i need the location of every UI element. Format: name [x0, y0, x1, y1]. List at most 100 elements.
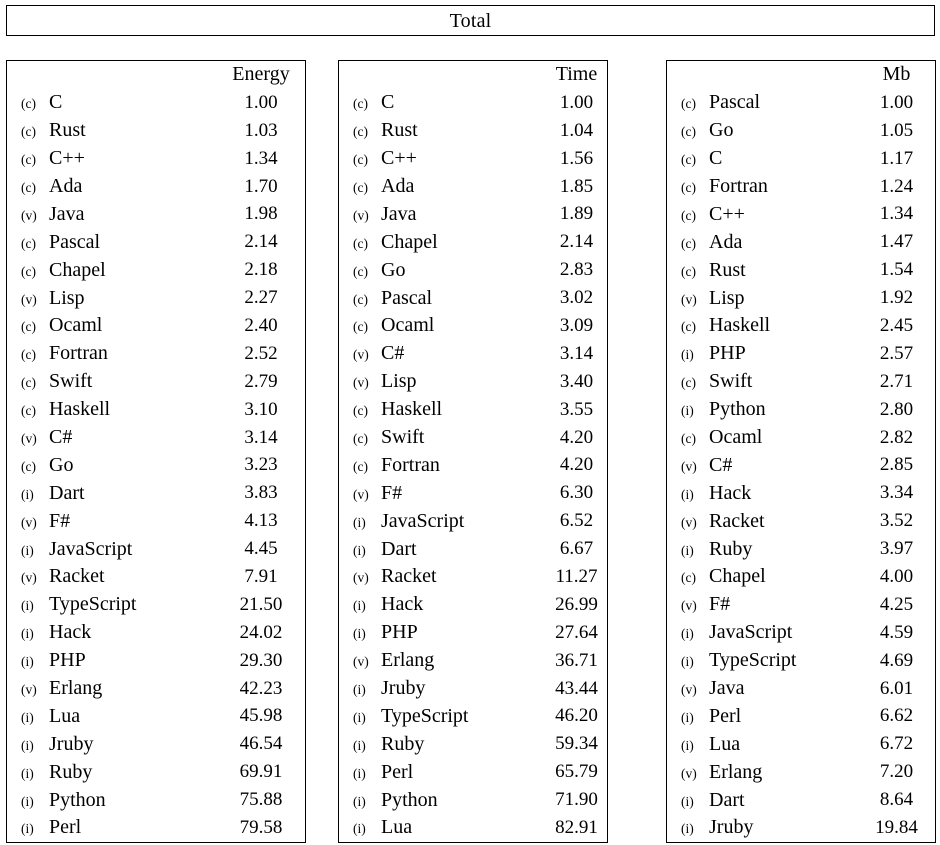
language-cell: (c) C++ — [667, 200, 858, 228]
metric-value-cell: 2.71 — [879, 370, 914, 392]
language-name: C — [49, 91, 63, 114]
language-cell: (i) TypeScript — [667, 647, 858, 675]
language-cell: (c) Go — [339, 256, 546, 284]
metric-value-cell: 4.59 — [879, 621, 914, 643]
language-category-tag: (c) — [681, 180, 696, 195]
language-cell: (i) Perl — [667, 702, 858, 730]
metric-value-cell: 82.91 — [555, 816, 598, 838]
table-row: (c) Fortran 4.20 — [339, 451, 607, 479]
language-cell: (v) C# — [7, 424, 217, 452]
language-cell: (i) Lua — [339, 814, 546, 842]
language-cell: (c) Swift — [339, 424, 546, 452]
language-cell: (i) Ruby — [7, 758, 217, 786]
language-category-tag: (c) — [353, 431, 368, 447]
table-row: (i) JavaScript 6.52 — [339, 507, 607, 535]
metric-value-cell: 1.34 — [244, 147, 278, 169]
language-name: C++ — [49, 147, 85, 170]
table-row: (c) C 1.17 — [667, 145, 935, 173]
language-category-tag: (c) — [353, 263, 368, 279]
language-category-tag: (c) — [681, 124, 696, 140]
language-category-tag: (i) — [21, 626, 34, 642]
metric-value-cell: 3.09 — [559, 314, 594, 336]
language-category-tag: (i) — [681, 626, 694, 642]
language-cell: (c) Go — [7, 451, 217, 479]
metric-value-cell: 3.34 — [879, 482, 914, 504]
language-cell: (i) Hack — [7, 619, 217, 647]
language-category-tag: (c) — [353, 319, 368, 335]
language-cell: (c) Fortran — [667, 173, 858, 201]
language-category-tag: (i) — [353, 765, 366, 781]
language-category-tag: (c) — [353, 458, 368, 474]
language-cell: (i) Perl — [339, 758, 546, 786]
metric-value-cell: 43.44 — [555, 677, 598, 699]
language-category-tag: (i) — [353, 737, 366, 753]
language-name: Lisp — [709, 286, 745, 309]
table-row: (c) C++ 1.34 — [667, 200, 935, 228]
metric-column-header: Energy — [232, 63, 290, 86]
language-cell: (c) C — [339, 89, 546, 117]
language-cell: (v) Lisp — [667, 284, 858, 312]
language-cell: (c) Pascal — [7, 228, 217, 256]
table-row: (c) Ada 1.47 — [667, 228, 935, 256]
page-title: Total — [449, 9, 492, 32]
metric-value-cell: 2.80 — [879, 398, 914, 420]
table-row: (i) Hack 3.34 — [667, 479, 935, 507]
table-row: (c) Pascal 3.02 — [339, 284, 607, 312]
language-category-tag: (c) — [21, 347, 36, 363]
metric-value-cell: 4.20 — [559, 426, 594, 448]
language-category-tag: (v) — [21, 682, 37, 698]
metric-value-cell: 6.62 — [879, 705, 914, 727]
language-name: JavaScript — [49, 537, 133, 560]
language-name: C++ — [381, 147, 417, 170]
language-category-tag: (i) — [353, 542, 366, 558]
metric-value-cell: 3.02 — [559, 287, 594, 309]
metric-value-cell: 79.58 — [239, 816, 283, 838]
language-cell: (c) Haskell — [7, 396, 217, 424]
table-row: (i) Jruby 43.44 — [339, 675, 607, 703]
table-row: (c) Fortran 1.24 — [667, 173, 935, 201]
language-category-tag: (c) — [681, 152, 696, 168]
language-cell: (i) PHP — [667, 340, 858, 368]
metric-value-cell: 1.70 — [244, 175, 278, 197]
metric-value-cell: 7.91 — [244, 565, 278, 587]
table-row: (i) TypeScript 4.69 — [667, 647, 935, 675]
language-name: Fortran — [381, 453, 440, 476]
language-cell: (v) F# — [339, 479, 546, 507]
language-category-tag: (c) — [21, 152, 36, 168]
language-name: Dart — [709, 788, 745, 811]
total-header-box: Total — [6, 5, 935, 36]
table-row: (i) Dart 3.83 — [7, 479, 305, 507]
metric-value-cell: 1.24 — [879, 175, 914, 197]
metric-value-cell: 2.52 — [244, 342, 278, 364]
language-name: JavaScript — [381, 509, 465, 532]
table-row: (c) C++ 1.56 — [339, 145, 607, 173]
metric-value-cell: 2.40 — [244, 314, 278, 336]
language-cell: (v) Racket — [667, 507, 858, 535]
language-cell: (i) Lua — [7, 702, 217, 730]
language-category-tag: (i) — [353, 682, 366, 698]
language-name: Ada — [709, 230, 743, 253]
table-row: (v) Lisp 1.92 — [667, 284, 935, 312]
language-name: Ocaml — [709, 426, 763, 449]
table-row: (v) C# 3.14 — [7, 424, 305, 452]
language-cell: (i) Jruby — [339, 675, 546, 703]
table-row: (v) Java 1.98 — [7, 200, 305, 228]
table-row: (c) Ocaml 3.09 — [339, 312, 607, 340]
language-category-tag: (c) — [21, 124, 36, 140]
language-category-tag: (c) — [353, 96, 368, 112]
language-category-tag: (i) — [21, 542, 34, 558]
table-row: (c) C 1.00 — [7, 89, 305, 117]
memory-table-grid: Mb (c) Pascal 1.00 (c) Go 1.05 (c) C 1.17 (c) Fortr… — [667, 61, 935, 842]
language-cell: (v) C# — [667, 451, 858, 479]
language-name: F# — [49, 509, 71, 532]
language-category-tag: (i) — [21, 765, 34, 781]
language-name: PHP — [381, 621, 418, 644]
table-row: (i) PHP 2.57 — [667, 340, 935, 368]
metric-value-cell: 1.54 — [879, 259, 914, 281]
language-category-tag: (c) — [21, 180, 36, 195]
language-name: Ocaml — [381, 314, 435, 337]
language-category-tag: (c) — [681, 319, 696, 335]
metric-value-cell: 3.52 — [879, 510, 914, 532]
language-cell: (i) TypeScript — [339, 702, 546, 730]
language-name: Racket — [381, 565, 437, 588]
